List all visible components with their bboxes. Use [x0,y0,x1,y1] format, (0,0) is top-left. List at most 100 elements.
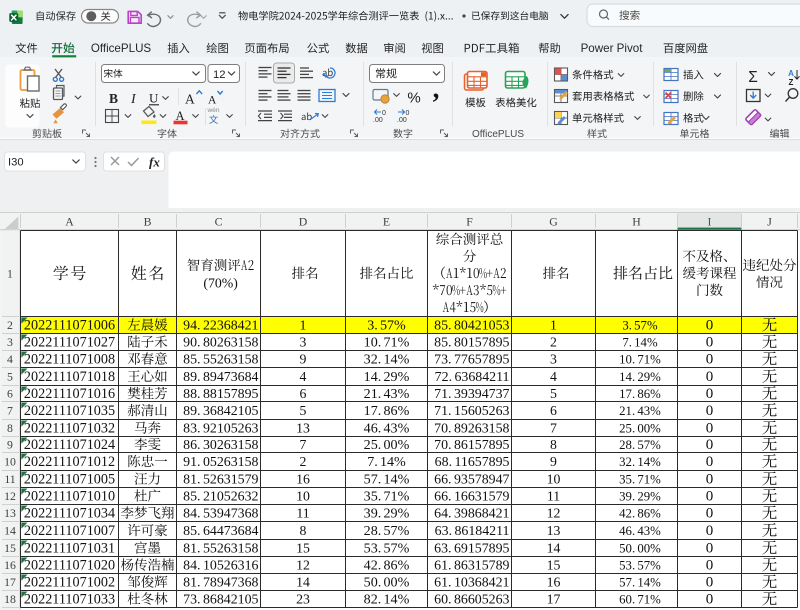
svg-text:85.55263158: 85.55263158 [183,353,258,368]
svg-text:5: 5 [550,386,557,401]
svg-text:A: A [185,92,195,107]
svg-text:17.86%: 17.86% [619,387,661,401]
svg-text:15: 15 [547,558,561,573]
svg-text:0: 0 [706,489,714,505]
svg-text:0: 0 [706,369,714,385]
svg-text:85.80157895: 85.80157895 [434,336,509,351]
svg-text:B: B [109,91,118,106]
svg-text:0: 0 [706,541,714,557]
svg-text:66.16631579: 66.16631579 [434,490,509,505]
svg-text:18: 18 [4,592,16,606]
svg-text:D: D [299,214,308,228]
svg-text:81.78947368: 81.78947368 [183,576,258,591]
svg-text:F: F [466,214,473,228]
svg-text:0: 0 [706,335,714,351]
svg-text:25.00%: 25.00% [619,422,661,436]
svg-text:2022111071018: 2022111071018 [24,369,115,385]
svg-text:6: 6 [550,403,557,418]
svg-text:10: 10 [4,455,16,469]
svg-text:2: 2 [550,335,557,350]
svg-text:0: 0 [706,421,714,437]
svg-text:OfficePLUS: OfficePLUS [472,129,524,140]
svg-text:2022111071008: 2022111071008 [24,352,115,368]
svg-text:50.00%: 50.00% [364,575,410,591]
svg-text:6: 6 [7,387,13,401]
svg-text:2022111071012: 2022111071012 [24,454,115,470]
svg-text:0: 0 [706,386,714,402]
svg-text:90.80263158: 90.80263158 [183,336,258,351]
svg-text:13: 13 [547,523,561,538]
svg-text:2022111071034: 2022111071034 [24,506,115,522]
svg-text:61.10368421: 61.10368421 [434,576,509,591]
svg-text:7.14%: 7.14% [622,336,658,350]
svg-text:53.57%: 53.57% [619,559,661,573]
svg-text:71.39394737: 71.39394737 [434,387,509,402]
svg-text:11: 11 [296,506,309,521]
svg-text:%: % [407,90,420,107]
svg-text:46.43%: 46.43% [364,421,410,437]
svg-text:39.29%: 39.29% [619,490,661,504]
svg-text:.00: .00 [397,117,407,124]
svg-text:32.14%: 32.14% [619,455,661,469]
svg-text:6: 6 [300,386,307,401]
svg-text:3.57%: 3.57% [367,318,406,334]
svg-text:35.71%: 35.71% [619,473,661,487]
svg-text:0: 0 [706,403,714,419]
svg-text:2022111071033: 2022111071033 [24,592,115,608]
svg-text:70.89263158: 70.89263158 [434,422,509,437]
svg-text:1: 1 [550,318,557,333]
svg-text:2022111071031: 2022111071031 [24,541,115,557]
svg-text:Power Pivot: Power Pivot [581,42,644,55]
svg-text:12: 12 [4,489,16,503]
svg-text:42.86%: 42.86% [619,507,661,521]
svg-text:0: 0 [706,506,714,522]
svg-text:OfficePLUS: OfficePLUS [91,42,152,55]
svg-text:35.71%: 35.71% [364,489,410,505]
svg-text:H: H [632,214,641,228]
svg-text:0: 0 [706,592,714,608]
svg-text:85.64473684: 85.64473684 [183,524,258,539]
svg-text:.00: .00 [373,117,383,124]
svg-text:14.29%: 14.29% [364,369,410,385]
svg-text:0: 0 [706,352,714,368]
svg-text:0: 0 [706,318,714,334]
svg-text:28.57%: 28.57% [619,438,661,452]
svg-text:3: 3 [550,352,557,367]
svg-text:32.14%: 32.14% [364,352,410,368]
svg-text:94.22368421: 94.22368421 [183,319,258,334]
svg-text:G: G [549,214,558,228]
svg-text:14.29%: 14.29% [619,370,661,384]
svg-text:53.57%: 53.57% [364,541,410,557]
svg-text:2: 2 [7,318,13,332]
svg-text:0: 0 [706,437,714,453]
svg-text:9: 9 [7,438,13,452]
svg-text:16: 16 [296,472,310,487]
svg-text:14: 14 [547,541,561,556]
svg-text:13: 13 [296,421,310,436]
svg-text:39.29%: 39.29% [364,506,410,522]
svg-text:3: 3 [300,335,307,350]
svg-text:83.92105263: 83.92105263 [183,422,258,437]
svg-text:28.57%: 28.57% [364,523,410,539]
svg-text:2022111071020: 2022111071020 [24,558,115,574]
svg-text:25.00%: 25.00% [364,437,410,453]
svg-text:2022111071010: 2022111071010 [24,489,115,505]
svg-text:10.71%: 10.71% [619,353,661,367]
svg-text:15: 15 [296,541,310,556]
svg-text:5: 5 [7,370,13,384]
svg-text:8: 8 [550,437,557,452]
svg-text:I30: I30 [8,157,24,169]
svg-text:66.93578947: 66.93578947 [434,473,509,488]
svg-text:2022111071006: 2022111071006 [24,318,115,334]
svg-text:A: A [788,69,794,78]
svg-text:15: 15 [4,541,16,555]
svg-text:7: 7 [7,404,13,418]
svg-text:0: 0 [706,558,714,574]
svg-text:13: 13 [4,506,16,520]
svg-text:12: 12 [213,69,226,81]
svg-text:10: 10 [296,489,310,504]
svg-text:72.63684211: 72.63684211 [435,370,510,385]
svg-text:86.30263158: 86.30263158 [183,438,258,453]
svg-text:71.15605263: 71.15605263 [434,404,509,419]
svg-text:16: 16 [4,558,16,572]
